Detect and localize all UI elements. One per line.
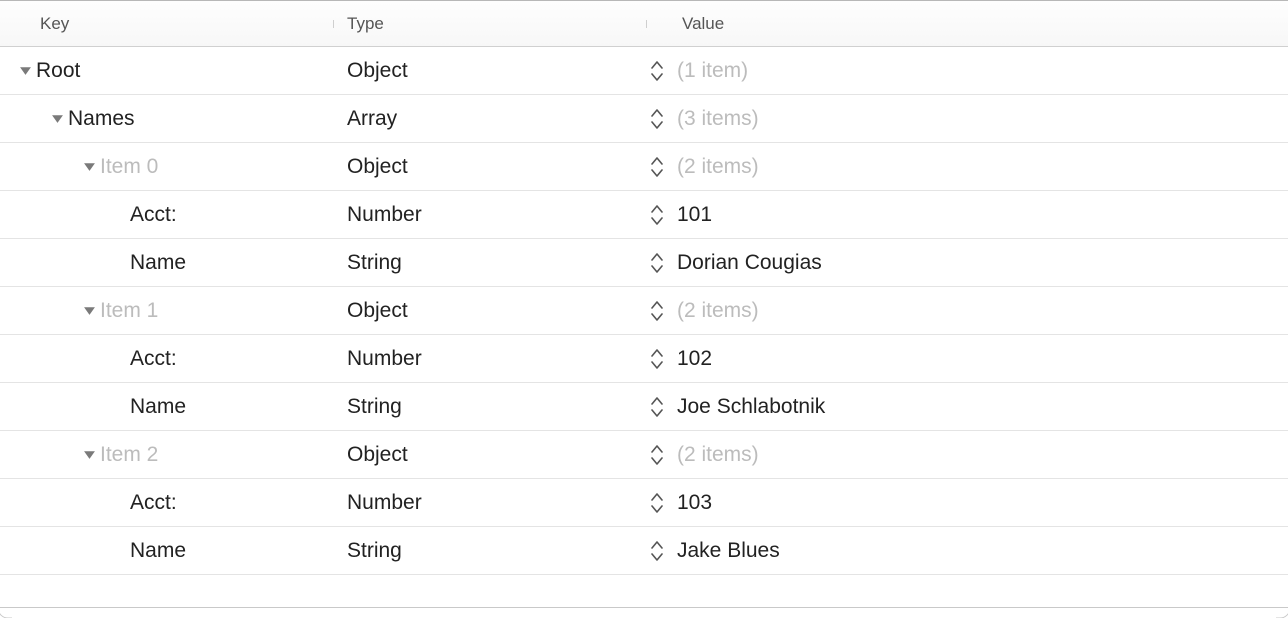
header-type[interactable]: Type xyxy=(333,14,646,34)
key-label[interactable]: Name xyxy=(130,540,186,561)
table-row[interactable]: Item 1 Object (2 items) xyxy=(0,287,1288,335)
type-label: Number xyxy=(347,491,422,514)
value-label[interactable]: (2 items) xyxy=(677,444,759,465)
type-cell[interactable]: Number xyxy=(333,348,646,369)
window-bottom-frame xyxy=(0,600,1288,618)
table-row[interactable]: Name String Jake Blues xyxy=(0,527,1288,575)
type-stepper-icon[interactable] xyxy=(651,60,677,82)
disclosure-triangle-icon[interactable] xyxy=(78,304,100,317)
key-label[interactable]: Item 0 xyxy=(100,156,158,177)
disclosure-triangle-icon[interactable] xyxy=(14,64,36,77)
header-value[interactable]: Value xyxy=(646,14,1288,34)
value-label[interactable]: 101 xyxy=(677,204,712,225)
type-stepper-icon[interactable] xyxy=(651,492,677,514)
type-stepper-icon[interactable] xyxy=(651,108,677,130)
table-row[interactable]: Item 0 Object (2 items) xyxy=(0,143,1288,191)
table-row[interactable]: Name String Joe Schlabotnik xyxy=(0,383,1288,431)
type-label: String xyxy=(347,539,402,562)
header-value-label: Value xyxy=(682,14,724,33)
table-row[interactable]: Acct: Number 102 xyxy=(0,335,1288,383)
type-stepper-icon[interactable] xyxy=(651,300,677,322)
type-cell[interactable]: Number xyxy=(333,204,646,225)
type-cell[interactable]: Object xyxy=(333,300,646,321)
disclosure-triangle-icon[interactable] xyxy=(78,160,100,173)
value-label[interactable]: (3 items) xyxy=(677,108,759,129)
type-cell[interactable]: Number xyxy=(333,492,646,513)
key-label[interactable]: Acct: xyxy=(130,348,177,369)
type-cell[interactable]: String xyxy=(333,396,646,417)
type-stepper-icon[interactable] xyxy=(651,396,677,418)
type-cell[interactable]: Object xyxy=(333,60,646,81)
type-cell[interactable]: String xyxy=(333,540,646,561)
type-stepper-icon[interactable] xyxy=(651,444,677,466)
type-label: Array xyxy=(347,107,397,130)
key-label[interactable]: Name xyxy=(130,252,186,273)
type-label: Object xyxy=(347,59,408,82)
type-stepper-icon[interactable] xyxy=(651,540,677,562)
key-label[interactable]: Root xyxy=(36,60,80,81)
type-cell[interactable]: Object xyxy=(333,156,646,177)
disclosure-triangle-icon[interactable] xyxy=(78,448,100,461)
key-label[interactable]: Item 1 xyxy=(100,300,158,321)
type-stepper-icon[interactable] xyxy=(651,252,677,274)
table-header: Key Type Value xyxy=(0,0,1288,47)
value-label[interactable]: (2 items) xyxy=(677,300,759,321)
header-type-label: Type xyxy=(347,14,384,33)
type-label: Object xyxy=(347,443,408,466)
header-key[interactable]: Key xyxy=(0,14,333,34)
value-label[interactable]: 103 xyxy=(677,492,712,513)
value-label[interactable]: (2 items) xyxy=(677,156,759,177)
type-cell[interactable]: String xyxy=(333,252,646,273)
type-cell[interactable]: Object xyxy=(333,444,646,465)
disclosure-triangle-icon[interactable] xyxy=(46,112,68,125)
type-stepper-icon[interactable] xyxy=(651,348,677,370)
type-cell[interactable]: Array xyxy=(333,108,646,129)
type-label: Object xyxy=(347,299,408,322)
plist-rows: Root Object (1 item) Names Array (3 items) Ite… xyxy=(0,47,1288,575)
table-row[interactable]: Item 2 Object (2 items) xyxy=(0,431,1288,479)
table-row[interactable]: Acct: Number 103 xyxy=(0,479,1288,527)
value-label[interactable]: 102 xyxy=(677,348,712,369)
key-label[interactable]: Name xyxy=(130,396,186,417)
table-row[interactable]: Acct: Number 101 xyxy=(0,191,1288,239)
value-label[interactable]: Dorian Cougias xyxy=(677,252,822,273)
key-label[interactable]: Names xyxy=(68,108,135,129)
type-stepper-icon[interactable] xyxy=(651,156,677,178)
type-label: String xyxy=(347,251,402,274)
table-row[interactable]: Names Array (3 items) xyxy=(0,95,1288,143)
key-label[interactable]: Item 2 xyxy=(100,444,158,465)
key-label[interactable]: Acct: xyxy=(130,492,177,513)
value-label[interactable]: (1 item) xyxy=(677,60,748,81)
type-label: String xyxy=(347,395,402,418)
type-stepper-icon[interactable] xyxy=(651,204,677,226)
table-row[interactable]: Name String Dorian Cougias xyxy=(0,239,1288,287)
type-label: Number xyxy=(347,347,422,370)
type-label: Number xyxy=(347,203,422,226)
key-label[interactable]: Acct: xyxy=(130,204,177,225)
value-label[interactable]: Joe Schlabotnik xyxy=(677,396,825,417)
value-label[interactable]: Jake Blues xyxy=(677,540,780,561)
type-label: Object xyxy=(347,155,408,178)
table-row[interactable]: Root Object (1 item) xyxy=(0,47,1288,95)
